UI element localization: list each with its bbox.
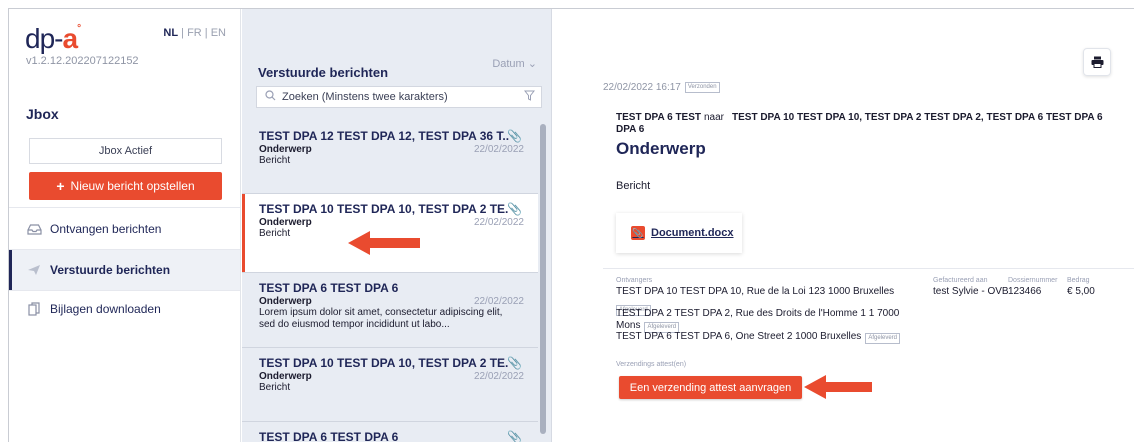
receiver-row: TEST DPA 10 TEST DPA 10, Rue de la Loi 1…	[616, 286, 894, 297]
receiver-name: TEST DPA 10 TEST DPA 10	[616, 286, 742, 297]
send-icon	[26, 263, 42, 277]
app-version: v1.2.12.202207122152	[26, 55, 139, 67]
message-subject: Onderwerp	[259, 296, 312, 307]
recipients-column-label: Ontvangers	[616, 277, 653, 284]
printer-icon	[1091, 56, 1103, 68]
divider	[9, 207, 240, 208]
message-recipients: TEST DPA 6 TEST DPA 6	[259, 281, 399, 295]
amount-value: € 5,00	[1067, 286, 1095, 297]
status-badge: Verzonden	[684, 82, 720, 93]
lang-separator: |	[181, 27, 184, 39]
receiver-address: , One Street 2 1000 Bruxelles	[730, 331, 862, 342]
lang-en[interactable]: EN	[211, 27, 226, 39]
receiver-row: TEST DPA 6 TEST DPA 6, One Street 2 1000…	[616, 331, 900, 344]
language-switcher: NL | FR | EN	[163, 27, 226, 39]
message-subject: Onderwerp	[259, 217, 312, 228]
message-date: 22/02/2022	[473, 217, 524, 228]
message-detail-panel: 22/02/2022 16:17 Verzonden TEST DPA 6 TE…	[553, 9, 1134, 442]
list-title: Verstuurde berichten	[258, 65, 389, 80]
lang-fr[interactable]: FR	[187, 27, 202, 39]
jbox-title: Jbox	[26, 106, 59, 122]
message-recipients: TEST DPA 10 TEST DPA 10, TEST DPA 2 TE..…	[259, 202, 509, 216]
receiver-name: TEST DPA 2 TEST DPA 2	[616, 308, 731, 319]
paperclip-icon: 📎	[507, 430, 522, 442]
sidebar-item-attachments[interactable]: Bijlagen downloaden	[9, 289, 240, 329]
print-button[interactable]	[1083, 48, 1111, 76]
attest-label: Verzendings attest(en)	[616, 361, 687, 368]
message-date: 22/02/2022	[473, 371, 524, 382]
file-number-column-label: Dossiernummer	[1008, 277, 1058, 284]
list-item[interactable]: TEST DPA 10 TEST DPA 10, TEST DPA 2 TE..…	[242, 348, 538, 420]
copy-icon	[26, 302, 42, 316]
sender: TEST DPA 6 TEST DPA 6	[616, 112, 702, 135]
message-recipients: TEST DPA 10 TEST DPA 10, TEST DPA 2 TE..…	[259, 356, 509, 370]
sidebar-item-sent[interactable]: Verstuurde berichten	[9, 250, 240, 290]
receiver-row: TEST DPA 2 TEST DPA 2, Rue des Droits de…	[616, 308, 899, 319]
message-preview: Bericht	[259, 382, 291, 393]
filter-icon[interactable]	[523, 90, 536, 104]
sidebar: dp-a° NL | FR | EN v1.2.12.202207122152 …	[9, 9, 241, 442]
sidebar-item-label: Verstuurde berichten	[50, 263, 171, 277]
message-subject: Onderwerp	[259, 371, 312, 382]
divider	[603, 268, 1134, 269]
paperclip-icon: 📎	[507, 202, 522, 216]
lang-nl[interactable]: NL	[163, 27, 178, 39]
receiver-name: TEST DPA 6 TEST DPA 6	[616, 331, 731, 342]
message-preview: Lorem ipsum dolor sit amet, consectetur …	[259, 307, 503, 330]
message-recipients: TEST DPA 12 TEST DPA 12, TEST DPA 36 T..…	[259, 129, 509, 143]
receiver-city: Mons	[616, 320, 641, 331]
message-datetime: 22/02/2022 16:17 Verzonden	[603, 82, 720, 93]
chevron-down-icon: ⌄	[527, 58, 537, 70]
sidebar-item-label: Ontvangen berichten	[50, 222, 162, 236]
message-preview: Bericht	[259, 155, 291, 166]
lang-separator: |	[204, 27, 208, 39]
paperclip-icon: 📎	[507, 356, 522, 370]
sort-dropdown[interactable]: Datum ⌄	[492, 57, 537, 70]
list-item[interactable]: TEST DPA 6 TEST DPA 6 Onderwerp 22/02/202…	[242, 273, 538, 349]
message-subject: Onderwerp	[259, 144, 312, 155]
amount-column-label: Bedrag	[1067, 277, 1090, 284]
datetime-text: 22/02/2022 16:17	[603, 82, 681, 93]
message-date: 22/02/2022	[473, 296, 524, 307]
sort-label: Datum	[492, 58, 525, 70]
message-date: 22/02/2022	[473, 144, 524, 155]
receiver-address: , Rue des Droits de l'Homme 1 1 7000	[730, 308, 900, 319]
new-message-button[interactable]: + Nieuw bericht opstellen	[29, 172, 222, 200]
invoiced-column-label: Gefactureerd aan	[933, 277, 988, 284]
invoiced-to-value: test Sylvie - OVB	[933, 286, 1009, 297]
jbox-status[interactable]: Jbox Actief	[29, 138, 222, 164]
new-message-label: Nieuw bericht opstellen	[70, 179, 195, 193]
paperclip-icon: 📎	[507, 129, 522, 143]
sidebar-item-label: Bijlagen downloaden	[50, 302, 161, 316]
message-body: Bericht	[616, 180, 651, 192]
file-number-value: 123466	[1008, 286, 1042, 297]
message-subject-heading: Onderwerp	[616, 139, 706, 158]
request-attest-button[interactable]: Een verzending attest aanvragen	[619, 376, 802, 399]
list-item[interactable]: TEST DPA 12 TEST DPA 12, TEST DPA 36 T..…	[242, 121, 538, 192]
message-recipients: TEST DPA 6 TEST DPA 6	[259, 430, 399, 442]
scrollbar[interactable]	[540, 124, 546, 434]
attachment-name: Document.docx	[651, 227, 734, 239]
list-item[interactable]: TEST DPA 6 TEST DPA 6 📎	[242, 422, 538, 442]
app-window: dp-a° NL | FR | EN v1.2.12.202207122152 …	[8, 8, 1134, 442]
recipients: TEST DPA 10 TEST DPA 10, TEST DPA 2 TEST…	[732, 112, 1103, 123]
attachment-icon: 📎	[631, 226, 645, 240]
sidebar-item-received[interactable]: Ontvangen berichten	[9, 209, 240, 249]
inbox-icon	[26, 222, 42, 236]
receiver-address: , Rue de la Loi 123 1000 Bruxelles	[741, 286, 895, 297]
naar-label: naar	[704, 112, 725, 123]
search-input[interactable]: Zoeken (Minstens twee karakters)	[256, 86, 542, 108]
search-placeholder: Zoeken (Minstens twee karakters)	[282, 91, 448, 103]
arrow-annotation-icon	[348, 231, 420, 255]
search-icon	[265, 90, 276, 104]
plus-icon: +	[56, 178, 65, 194]
attachment-link[interactable]: 📎 Document.docx	[616, 213, 742, 253]
arrow-annotation-icon	[804, 375, 872, 399]
message-list-panel: Datum ⌄ Verstuurde berichten Zoeken (Min…	[242, 9, 552, 442]
app-logo: dp-a°	[25, 23, 81, 54]
status-badge: Afgeleverd	[865, 333, 900, 344]
